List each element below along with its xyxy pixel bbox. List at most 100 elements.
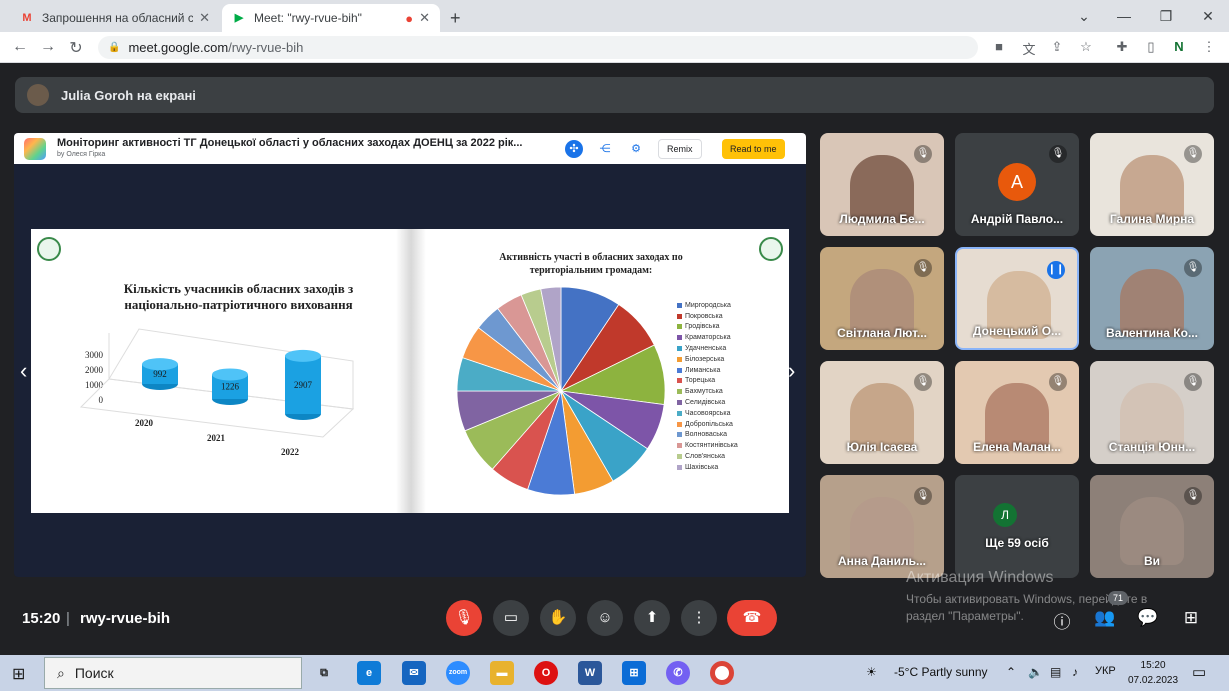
- raise-hand-icon[interactable]: ✋: [540, 600, 576, 636]
- legend-swatch: [677, 443, 682, 449]
- next-slide-icon[interactable]: ›: [788, 358, 795, 384]
- share-icon[interactable]: ⋲: [596, 140, 614, 158]
- hang-up-button[interactable]: ☎: [727, 600, 777, 636]
- legend-swatch: [677, 346, 682, 352]
- participant-tile[interactable]: 🎙 Світлана Лют...: [820, 247, 944, 350]
- notifications-icon[interactable]: ▭: [1192, 663, 1206, 681]
- participant-name: Людмила Бе...: [839, 212, 925, 226]
- bar-value-label: 1226: [221, 382, 240, 392]
- participant-name: Валентина Ко...: [1106, 326, 1198, 340]
- side-panel-icon[interactable]: ▯: [1142, 39, 1160, 55]
- opera-icon[interactable]: O: [534, 661, 558, 685]
- mic-off-icon[interactable]: 🎙: [446, 600, 482, 636]
- legend-label: Удачненська: [685, 345, 727, 353]
- slide: Кількість учасників обласних заходів з н…: [31, 229, 789, 513]
- speaking-indicator-icon: ❙❙: [1047, 261, 1065, 279]
- gmail-icon: M: [22, 12, 32, 24]
- legend-label: Бахмутська: [685, 388, 723, 396]
- participant-tile[interactable]: 🎙 Юлія Ісаєва: [820, 361, 944, 464]
- taskbar-clock[interactable]: 15:20 07.02.2023: [1128, 658, 1178, 688]
- remix-button[interactable]: Remix: [658, 139, 702, 159]
- emoji-icon[interactable]: ☺: [587, 600, 623, 636]
- legend-label: Селидівська: [685, 399, 726, 407]
- present-screen-icon[interactable]: ⬆: [634, 600, 670, 636]
- close-icon[interactable]: ✕: [419, 10, 430, 26]
- emblem-icon: [759, 237, 783, 261]
- reload-icon[interactable]: ↻: [66, 38, 86, 58]
- task-view-icon[interactable]: ⧉: [312, 661, 336, 685]
- language-indicator[interactable]: УКР: [1095, 665, 1116, 677]
- viber-icon[interactable]: ✆: [666, 661, 690, 685]
- settings-gear-icon[interactable]: ⚙: [627, 140, 645, 158]
- tab-search-icon[interactable]: ⌄: [1064, 0, 1104, 32]
- back-icon[interactable]: ←: [10, 38, 30, 56]
- word-icon[interactable]: W: [578, 661, 602, 685]
- info-icon[interactable]: ⓘ: [1051, 608, 1073, 633]
- camera-icon[interactable]: ■: [990, 39, 1008, 54]
- mic-muted-icon: 🎙: [1049, 373, 1067, 391]
- file-explorer-icon[interactable]: ▬: [490, 661, 514, 685]
- legend-swatch: [677, 324, 682, 330]
- extensions-icon[interactable]: ✚: [1113, 39, 1131, 55]
- edge-icon[interactable]: e: [357, 661, 381, 685]
- people-icon[interactable]: 👥: [1094, 608, 1116, 628]
- legend-swatch: [677, 313, 682, 319]
- new-tab-button[interactable]: +: [446, 4, 472, 32]
- bookmark-star-icon[interactable]: ☆: [1077, 39, 1095, 55]
- restore-icon[interactable]: ❐: [1146, 0, 1186, 32]
- participant-tile[interactable]: А 🎙 Андрій Павло...: [955, 133, 1079, 236]
- zoom-icon[interactable]: zoom: [446, 661, 470, 685]
- volume-icon[interactable]: 🔈: [1028, 665, 1043, 679]
- profile-avatar[interactable]: N: [1170, 39, 1188, 54]
- taskbar-search-input[interactable]: ⌕ Поиск: [44, 657, 302, 689]
- meeting-time: 15:20: [22, 610, 61, 627]
- legend-label: Шахівська: [685, 463, 719, 471]
- url-input[interactable]: 🔒 meet.google.com/rwy-rvue-bih: [98, 36, 978, 59]
- participant-tile[interactable]: 🎙 Валентина Ко...: [1090, 247, 1214, 350]
- camera-toggle-icon[interactable]: ▭: [493, 600, 529, 636]
- legend-swatch: [677, 410, 682, 416]
- presenting-banner: Julia Goroh на екрані: [15, 77, 1214, 113]
- menu-dots-icon[interactable]: ⋮: [1200, 39, 1218, 55]
- chat-icon[interactable]: 💬: [1137, 608, 1159, 628]
- prev-slide-icon[interactable]: ‹: [20, 358, 27, 384]
- network-icon[interactable]: ▤: [1050, 665, 1061, 679]
- tray-chevron-icon[interactable]: ⌃: [1006, 665, 1016, 679]
- translate-icon[interactable]: 文: [1020, 39, 1038, 58]
- tab-gmail[interactable]: M Запрошення на обласний семі ✕: [10, 4, 220, 32]
- read-to-me-button[interactable]: Read to me: [722, 139, 785, 159]
- participant-tile[interactable]: 🎙 Ви: [1090, 475, 1214, 578]
- close-window-icon[interactable]: ✕: [1188, 0, 1228, 32]
- x-label-2022: 2022: [281, 447, 299, 457]
- windows-start-icon[interactable]: ⊞: [12, 664, 30, 683]
- legend-swatch: [677, 432, 682, 438]
- mail-icon[interactable]: ✉: [402, 661, 426, 685]
- tab-meet[interactable]: ▶ Meet: "rwy-rvue-bih" ● ✕: [222, 4, 440, 32]
- meet-icon: ▶: [234, 12, 244, 24]
- presentation-stage[interactable]: Моніторинг активності ТГ Донецької облас…: [14, 133, 806, 577]
- legend-label: Покровська: [685, 312, 723, 320]
- speaker-icon[interactable]: ♪: [1072, 665, 1078, 679]
- share-icon[interactable]: ⇪: [1048, 39, 1066, 55]
- minimize-icon[interactable]: —: [1104, 0, 1144, 32]
- participant-tile[interactable]: 🎙 Людмила Бе...: [820, 133, 944, 236]
- fullscreen-icon[interactable]: ✣: [565, 140, 583, 158]
- participant-tile[interactable]: Л Ще 59 осіб: [955, 475, 1079, 578]
- weather-text[interactable]: -5°C Partly sunny: [894, 665, 988, 679]
- participant-name: Андрій Павло...: [970, 212, 1064, 226]
- participant-tile[interactable]: 🎙 Галина Мирна: [1090, 133, 1214, 236]
- activities-icon[interactable]: ⊞: [1180, 608, 1202, 628]
- participant-tile[interactable]: 🎙 Анна Даниль...: [820, 475, 944, 578]
- close-icon[interactable]: ✕: [199, 10, 210, 26]
- browser-tab-bar: M Запрошення на обласний семі ✕ ▶ Meet: …: [0, 0, 1229, 32]
- legend-item: Костянтинівська: [677, 440, 738, 451]
- participant-tile[interactable]: ❙❙ Донецький О...: [955, 247, 1079, 350]
- chrome-icon[interactable]: [710, 661, 734, 685]
- forward-icon[interactable]: →: [38, 38, 58, 56]
- store-icon[interactable]: ⊞: [622, 661, 646, 685]
- participant-tile[interactable]: 🎙 Станція Юнн...: [1090, 361, 1214, 464]
- participant-tile[interactable]: 🎙 Елена Малан...: [955, 361, 1079, 464]
- presenting-text: Julia Goroh на екрані: [61, 87, 196, 103]
- tab-title: Запрошення на обласний семі: [42, 11, 194, 25]
- more-options-icon[interactable]: ⋮: [681, 600, 717, 636]
